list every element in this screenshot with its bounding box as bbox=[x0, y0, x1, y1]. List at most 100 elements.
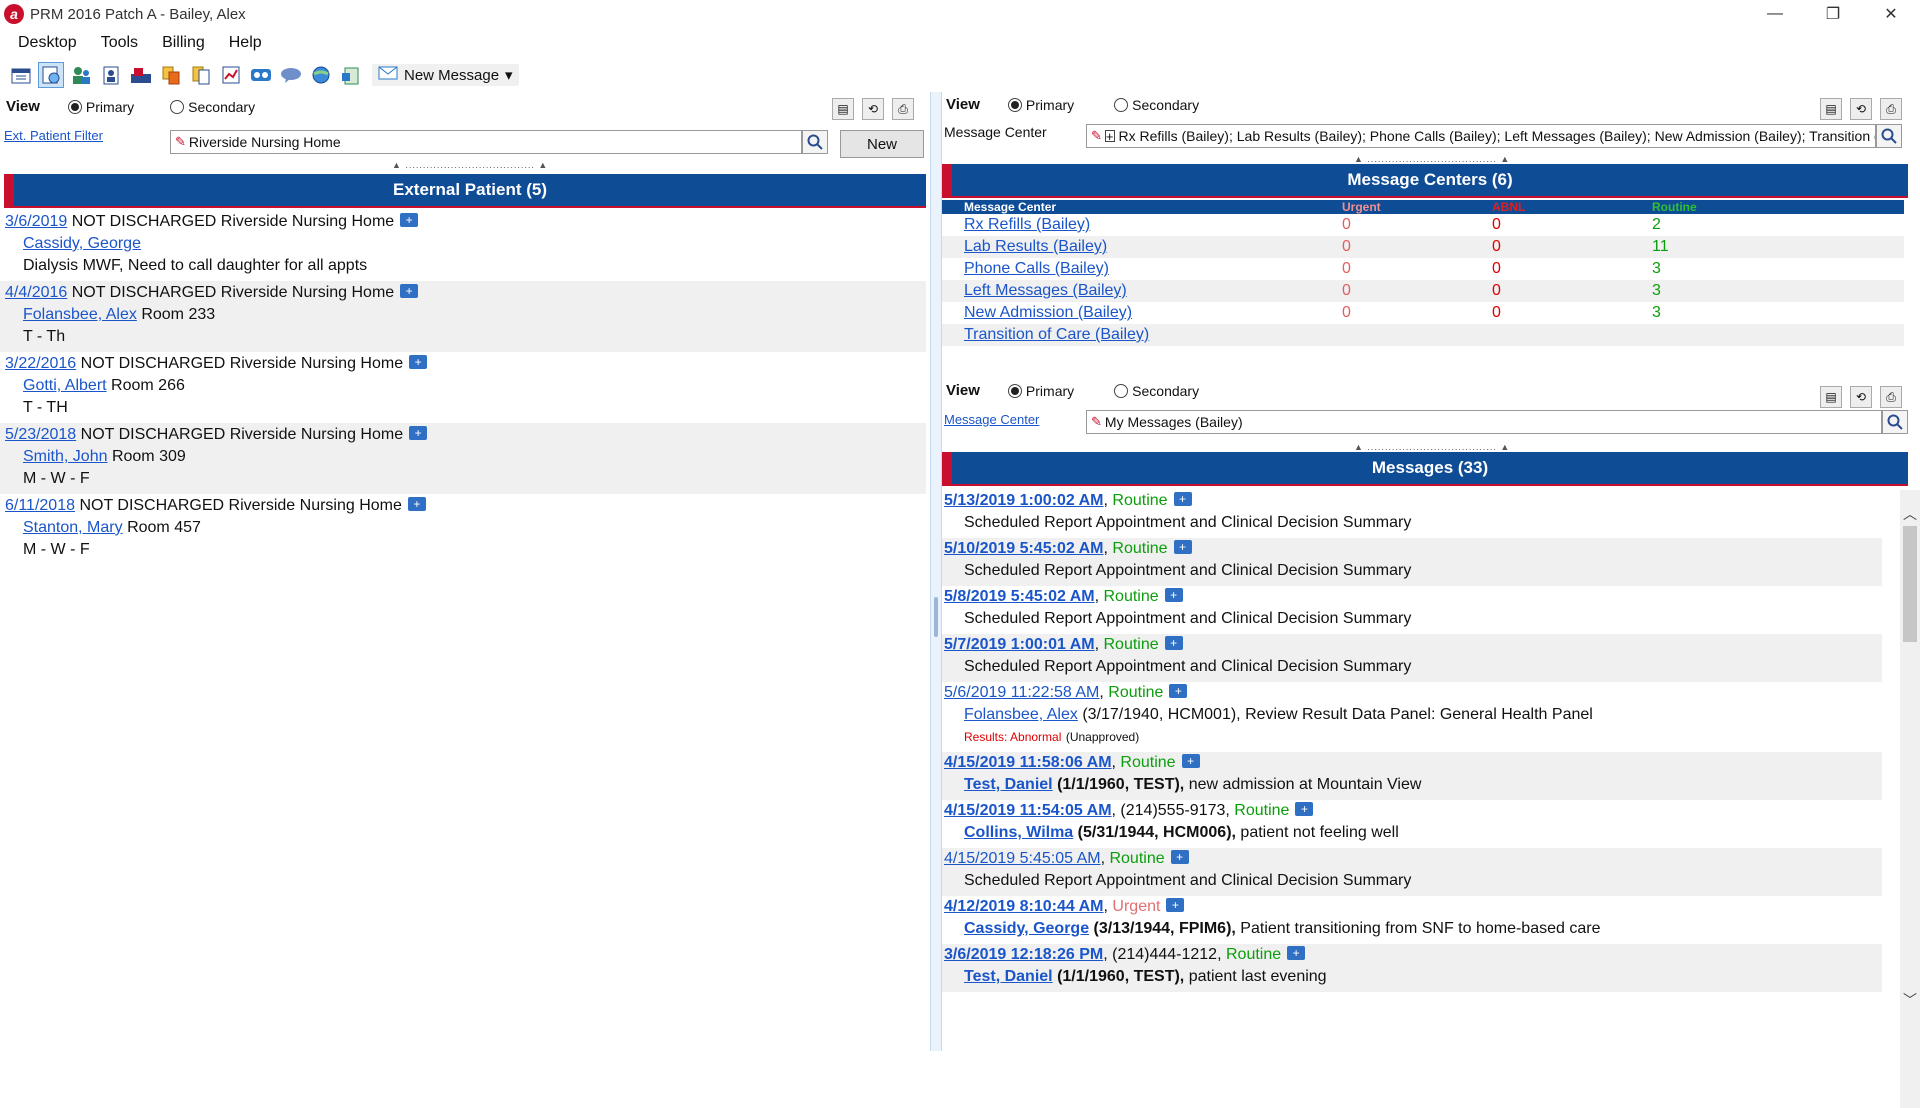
tasks-icon[interactable] bbox=[158, 62, 184, 88]
add-note-icon[interactable]: + bbox=[409, 426, 428, 440]
close-button[interactable]: ✕ bbox=[1862, 0, 1920, 28]
add-note-icon[interactable]: + bbox=[1287, 946, 1306, 960]
add-note-icon[interactable]: + bbox=[1173, 540, 1192, 554]
resize-handle[interactable]: ▲ ..................................... … bbox=[1354, 442, 1510, 452]
primary-radio[interactable]: Primary bbox=[67, 99, 134, 115]
menu-help[interactable]: Help bbox=[217, 34, 274, 52]
search-icon[interactable] bbox=[1876, 124, 1902, 148]
patient-name-link[interactable]: Cassidy, George bbox=[964, 920, 1089, 937]
menu-desktop[interactable]: Desktop bbox=[6, 34, 89, 52]
scroll-thumb[interactable] bbox=[1903, 526, 1917, 642]
list-view-icon[interactable]: ▤ bbox=[1820, 98, 1842, 120]
secondary-radio[interactable]: Secondary bbox=[170, 99, 255, 115]
patient-date-link[interactable]: 3/22/2016 bbox=[5, 355, 76, 372]
mailbox-icon[interactable] bbox=[128, 62, 154, 88]
voicemail-icon[interactable] bbox=[248, 62, 274, 88]
chart-icon[interactable] bbox=[98, 62, 124, 88]
mc-link[interactable]: Lab Results (Bailey) bbox=[964, 238, 1107, 255]
patient-name-link[interactable]: Collins, Wilma bbox=[964, 824, 1073, 841]
refresh-icon[interactable]: ⟲ bbox=[1850, 386, 1872, 408]
patient-name-link[interactable]: Gotti, Albert bbox=[23, 377, 107, 394]
add-note-icon[interactable]: + bbox=[400, 284, 419, 298]
add-note-icon[interactable]: + bbox=[1170, 850, 1189, 864]
message-time-link[interactable]: 4/15/2019 11:54:05 AM bbox=[944, 802, 1112, 819]
list-view-icon[interactable]: ▤ bbox=[1820, 386, 1842, 408]
mc-link[interactable]: Left Messages (Bailey) bbox=[964, 282, 1127, 299]
message-time-link[interactable]: 4/15/2019 5:45:05 AM bbox=[944, 850, 1101, 867]
resize-handle[interactable]: ▲ ..................................... … bbox=[392, 160, 548, 170]
secondary-radio[interactable]: Secondary bbox=[1114, 383, 1199, 399]
add-note-icon[interactable]: + bbox=[1166, 898, 1185, 912]
my-messages-filter-input[interactable]: ✎ My Messages (Bailey) bbox=[1086, 410, 1882, 434]
message-time-link[interactable]: 4/12/2019 8:10:44 AM bbox=[944, 898, 1104, 915]
print-icon[interactable]: ⎙ bbox=[1880, 386, 1902, 408]
ext-patient-filter-input[interactable]: ✎ Riverside Nursing Home bbox=[170, 130, 802, 154]
message-time-link[interactable]: 5/8/2019 5:45:02 AM bbox=[944, 588, 1095, 605]
mc-link[interactable]: Transition of Care (Bailey) bbox=[964, 326, 1149, 343]
secondary-radio[interactable]: Secondary bbox=[1114, 97, 1199, 113]
add-note-icon[interactable]: + bbox=[1164, 636, 1183, 650]
ext-patient-filter-link[interactable]: Ext. Patient Filter bbox=[4, 128, 103, 143]
patient-date-link[interactable]: 4/4/2016 bbox=[5, 284, 67, 301]
add-note-icon[interactable]: + bbox=[409, 355, 428, 369]
print-icon[interactable]: ⎙ bbox=[1880, 98, 1902, 120]
add-note-icon[interactable]: + bbox=[1181, 754, 1200, 768]
message-center-link[interactable]: Message Center bbox=[944, 412, 1039, 427]
message-time-link[interactable]: 3/6/2019 12:18:26 PM bbox=[944, 946, 1103, 963]
resize-handle[interactable]: ▲ ..................................... … bbox=[1354, 154, 1510, 164]
add-note-icon[interactable]: + bbox=[1169, 684, 1188, 698]
chat-icon[interactable] bbox=[278, 62, 304, 88]
patient-date-link[interactable]: 5/23/2018 bbox=[5, 426, 76, 443]
patient-date-link[interactable]: 6/11/2018 bbox=[5, 497, 75, 514]
chevron-down-icon[interactable]: ▾ bbox=[505, 66, 513, 84]
expand-icon[interactable]: + bbox=[1104, 129, 1115, 144]
message-time-link[interactable]: 5/6/2019 11:22:58 AM bbox=[944, 684, 1099, 701]
print-icon[interactable]: ⎙ bbox=[892, 98, 914, 120]
menu-billing[interactable]: Billing bbox=[150, 34, 217, 52]
message-center-filter-input[interactable]: ✎ + Rx Refills (Bailey); Lab Results (Ba… bbox=[1086, 124, 1876, 148]
patient-name-link[interactable]: Cassidy, George bbox=[23, 235, 141, 252]
minimize-button[interactable]: — bbox=[1746, 0, 1804, 28]
add-note-icon[interactable]: + bbox=[1173, 492, 1192, 506]
message-time-link[interactable]: 4/15/2019 11:58:06 AM bbox=[944, 754, 1112, 771]
message-time-link[interactable]: 5/13/2019 1:00:02 AM bbox=[944, 492, 1104, 509]
documents-icon[interactable] bbox=[188, 62, 214, 88]
patients-icon[interactable] bbox=[68, 62, 94, 88]
globe-icon[interactable] bbox=[308, 62, 334, 88]
restore-button[interactable]: ❐ bbox=[1804, 0, 1862, 28]
refresh-icon[interactable]: ⟲ bbox=[1850, 98, 1872, 120]
clipboard-icon[interactable] bbox=[338, 62, 364, 88]
primary-radio[interactable]: Primary bbox=[1007, 97, 1074, 113]
add-note-icon[interactable]: + bbox=[1295, 802, 1314, 816]
patient-name-link[interactable]: Folansbee, Alex bbox=[964, 706, 1078, 723]
schedule-icon[interactable] bbox=[38, 62, 64, 88]
patient-name-link[interactable]: Test, Daniel bbox=[964, 968, 1053, 985]
reports-icon[interactable] bbox=[218, 62, 244, 88]
patient-name-link[interactable]: Test, Daniel bbox=[964, 776, 1053, 793]
new-message-button[interactable]: New Message ▾ bbox=[372, 64, 519, 86]
patient-date-link[interactable]: 3/6/2019 bbox=[5, 213, 67, 230]
message-time-link[interactable]: 5/10/2019 5:45:02 AM bbox=[944, 540, 1104, 557]
patient-name-link[interactable]: Stanton, Mary bbox=[23, 519, 123, 536]
list-view-icon[interactable]: ▤ bbox=[832, 98, 854, 120]
splitter-grip[interactable] bbox=[934, 597, 938, 637]
patient-name-link[interactable]: Folansbee, Alex bbox=[23, 306, 137, 323]
patient-name-link[interactable]: Smith, John bbox=[23, 448, 107, 465]
add-note-icon[interactable]: + bbox=[1164, 588, 1183, 602]
calendar-icon[interactable] bbox=[8, 62, 34, 88]
add-note-icon[interactable]: + bbox=[407, 497, 426, 511]
scroll-down-icon[interactable]: ﹀ bbox=[1900, 990, 1920, 1008]
new-button[interactable]: New bbox=[840, 130, 924, 158]
mc-link[interactable]: New Admission (Bailey) bbox=[964, 304, 1132, 321]
message-time-link[interactable]: 5/7/2019 1:00:01 AM bbox=[944, 636, 1095, 653]
panel-splitter[interactable] bbox=[930, 92, 942, 1051]
add-note-icon[interactable]: + bbox=[400, 213, 419, 227]
refresh-icon[interactable]: ⟲ bbox=[862, 98, 884, 120]
primary-radio[interactable]: Primary bbox=[1007, 383, 1074, 399]
mc-link[interactable]: Phone Calls (Bailey) bbox=[964, 260, 1109, 277]
search-icon[interactable] bbox=[802, 130, 828, 154]
messages-scrollbar[interactable]: ︿ ﹀ bbox=[1900, 490, 1920, 1108]
search-icon[interactable] bbox=[1882, 410, 1908, 434]
menu-tools[interactable]: Tools bbox=[89, 34, 150, 52]
scroll-up-icon[interactable]: ︿ bbox=[1900, 504, 1920, 522]
